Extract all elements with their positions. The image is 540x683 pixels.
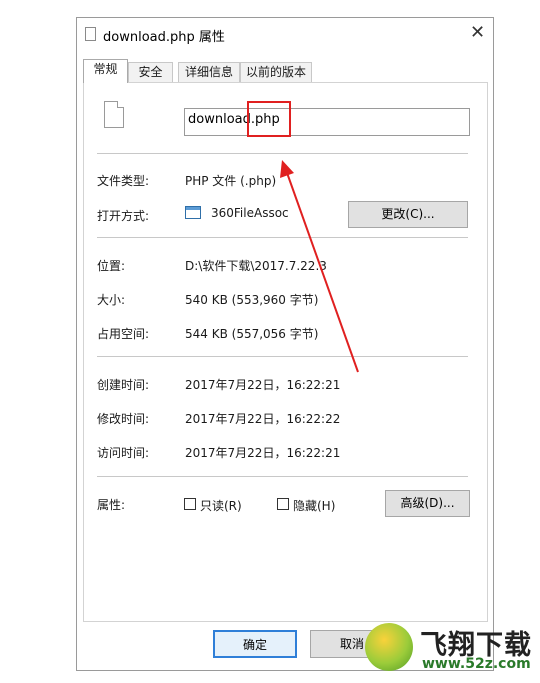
tab-general[interactable]: 常规 [83, 59, 128, 83]
arrow-shaft [285, 169, 359, 373]
arrow-head [280, 160, 294, 178]
annotation-arrow [280, 160, 359, 373]
watermark-logo-icon [365, 623, 413, 671]
watermark-url: www.52z.com [422, 656, 531, 672]
